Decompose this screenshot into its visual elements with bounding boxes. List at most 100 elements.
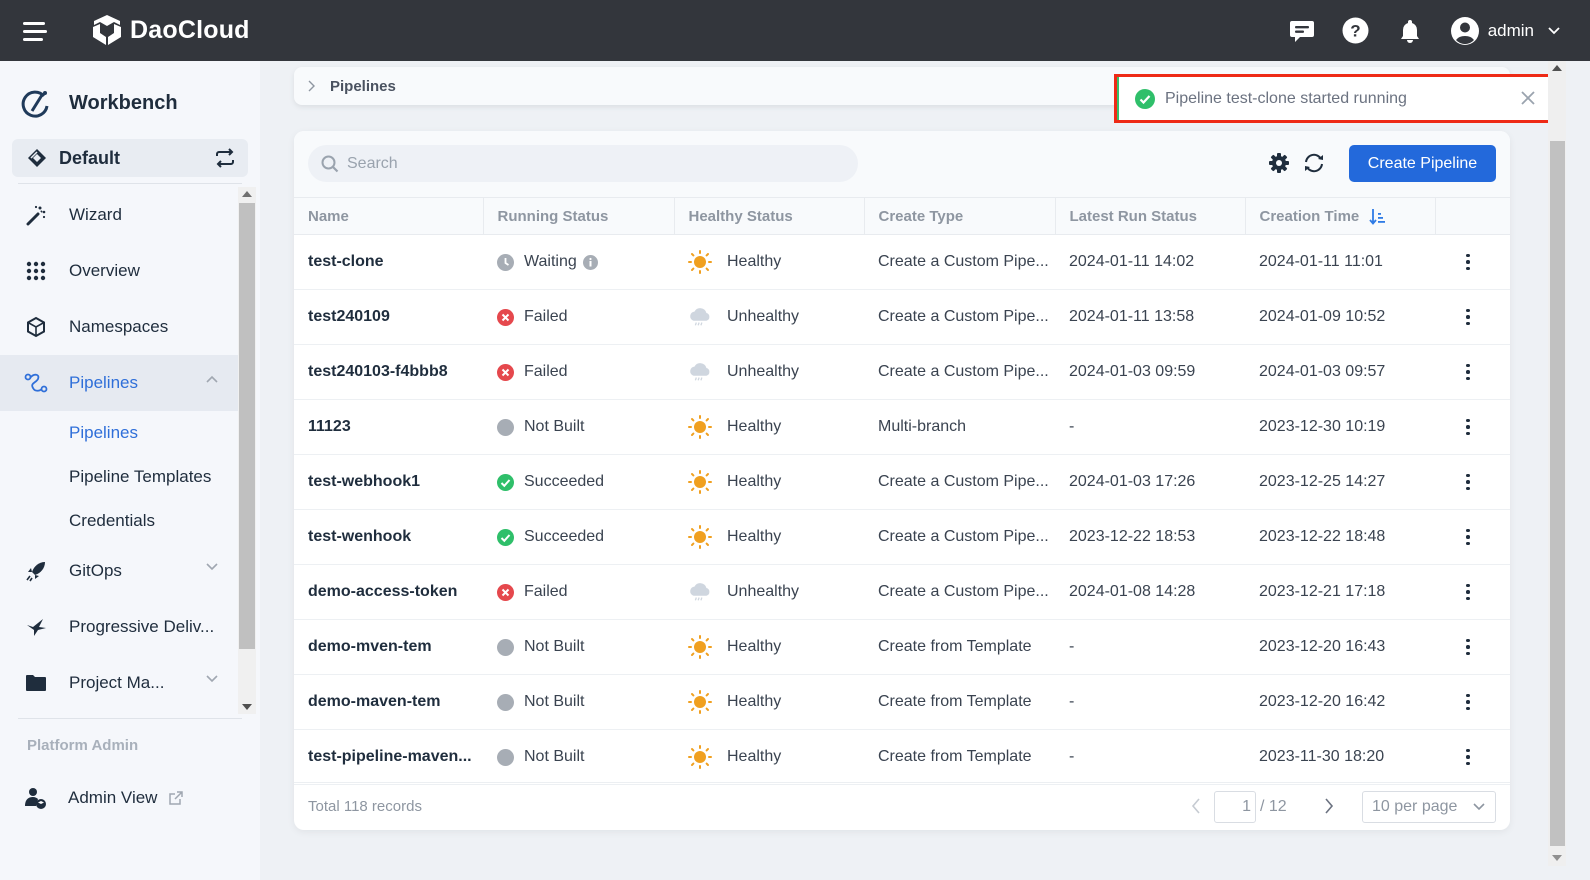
chevron-right-icon[interactable] bbox=[308, 80, 316, 92]
sidebar-subitem-pipeline-templates[interactable]: Pipeline Templates bbox=[0, 455, 240, 499]
table-row[interactable]: test-webhook1 Succeeded Healthy Create a Cu… bbox=[294, 455, 1510, 510]
pipeline-name[interactable]: test-clone bbox=[294, 235, 483, 290]
pipeline-name[interactable]: test240109 bbox=[294, 290, 483, 345]
total-pages: / 12 bbox=[1260, 798, 1287, 815]
next-page-button[interactable] bbox=[1324, 798, 1334, 814]
column-header-creation-time[interactable]: Creation Time bbox=[1245, 197, 1436, 235]
running-status-cell: Failed bbox=[483, 290, 674, 345]
scroll-up-arrow[interactable] bbox=[1552, 65, 1562, 71]
help-icon[interactable]: ? bbox=[1342, 17, 1370, 45]
column-header-name[interactable]: Name bbox=[294, 197, 484, 235]
sidebar-subitem-credentials[interactable]: Credentials bbox=[0, 499, 240, 543]
workspace-icon bbox=[28, 149, 46, 167]
sun-icon bbox=[688, 635, 712, 659]
create-pipeline-button[interactable]: Create Pipeline bbox=[1349, 145, 1496, 182]
refresh-icon[interactable] bbox=[1302, 152, 1326, 174]
search-input[interactable] bbox=[347, 154, 827, 173]
menu-icon[interactable] bbox=[23, 22, 47, 41]
more-actions-icon[interactable] bbox=[1463, 418, 1473, 436]
more-actions-icon[interactable] bbox=[1463, 583, 1473, 601]
sidebar-item-wizard[interactable]: Wizard bbox=[0, 187, 240, 243]
column-header-latest-run-status[interactable]: Latest Run Status bbox=[1055, 197, 1246, 235]
sidebar-subitem-pipelines[interactable]: Pipelines bbox=[0, 411, 240, 455]
table-row[interactable]: test240109 Failed Unhealthy Create a Custom… bbox=[294, 290, 1510, 345]
previous-page-button[interactable] bbox=[1191, 798, 1201, 814]
page-number-input[interactable] bbox=[1214, 791, 1256, 823]
more-actions-icon[interactable] bbox=[1463, 693, 1473, 711]
pipeline-name[interactable]: test-pipeline-maven... bbox=[294, 730, 483, 785]
more-actions-icon[interactable] bbox=[1463, 308, 1473, 326]
search-box[interactable] bbox=[308, 145, 858, 182]
sidebar-item-admin-view[interactable]: Admin View bbox=[24, 786, 184, 810]
workspace-selector[interactable]: Default bbox=[12, 139, 248, 177]
column-header-running-status[interactable]: Running Status bbox=[483, 197, 675, 235]
more-actions-icon[interactable] bbox=[1463, 528, 1473, 546]
sidebar-item-progressive-delivery[interactable]: Progressive Deliv... bbox=[0, 599, 240, 655]
healthy-status-cell: Healthy bbox=[674, 675, 864, 730]
chevron-down-icon[interactable] bbox=[206, 675, 218, 683]
pipeline-name[interactable]: test-webhook1 bbox=[294, 455, 483, 510]
logo[interactable]: DaoCloud bbox=[90, 13, 250, 47]
running-status: Not Built bbox=[524, 418, 585, 435]
scroll-thumb[interactable] bbox=[1550, 141, 1565, 846]
scroll-up-arrow[interactable] bbox=[242, 191, 252, 197]
more-actions-icon[interactable] bbox=[1463, 473, 1473, 491]
scroll-down-arrow[interactable] bbox=[242, 704, 252, 710]
close-icon[interactable] bbox=[1521, 91, 1535, 105]
success-check-icon bbox=[1135, 88, 1155, 109]
table-row[interactable]: test-clone Waiting Healthy Create a Custom … bbox=[294, 235, 1510, 290]
sidebar-item-overview[interactable]: Overview bbox=[0, 243, 240, 299]
magic-wand-icon bbox=[24, 203, 48, 227]
user-menu[interactable]: admin bbox=[1450, 16, 1560, 46]
create-type: Create a Custom Pipe... bbox=[878, 473, 1049, 490]
pipeline-name[interactable]: demo-access-token bbox=[294, 565, 483, 620]
more-actions-icon[interactable] bbox=[1463, 638, 1473, 656]
page-scrollbar[interactable] bbox=[1548, 61, 1566, 866]
table-row[interactable]: test-pipeline-maven... Not Built Healthy Cr… bbox=[294, 730, 1510, 785]
pipelines-table: Name Running Status Healthy Status Creat… bbox=[294, 197, 1510, 785]
table-row[interactable]: test240103-f4bbb8 Failed Unhealthy Create a… bbox=[294, 345, 1510, 400]
chevron-down-icon bbox=[1548, 26, 1560, 34]
sidebar-item-gitops[interactable]: GitOps bbox=[0, 543, 240, 599]
pipeline-name[interactable]: demo-mven-tem bbox=[294, 620, 483, 675]
more-actions-icon[interactable] bbox=[1463, 363, 1473, 381]
settings-gear-icon[interactable] bbox=[1268, 152, 1290, 174]
message-icon[interactable] bbox=[1288, 17, 1316, 45]
creation-time: 2023-11-30 18:20 bbox=[1259, 748, 1385, 765]
sidebar-item-pipelines[interactable]: Pipelines bbox=[0, 355, 240, 411]
pipeline-name[interactable]: 11123 bbox=[294, 400, 483, 455]
table-row[interactable]: 11123 Not Built Healthy Multi-branch - 2023-1… bbox=[294, 400, 1510, 455]
breadcrumb-item[interactable]: Pipelines bbox=[330, 78, 396, 95]
more-actions-icon[interactable] bbox=[1463, 253, 1473, 271]
scroll-down-arrow[interactable] bbox=[1552, 855, 1562, 861]
chevron-down-icon[interactable] bbox=[206, 563, 218, 571]
table-row[interactable]: demo-mven-tem Not Built Healthy Create from… bbox=[294, 620, 1510, 675]
more-actions-icon[interactable] bbox=[1463, 748, 1473, 766]
sidebar-item-project-management[interactable]: Project Ma... bbox=[0, 655, 240, 711]
pipeline-name[interactable]: test-wenhook bbox=[294, 510, 483, 565]
pipeline-name[interactable]: test240103-f4bbb8 bbox=[294, 345, 483, 400]
actions-cell bbox=[1435, 455, 1510, 510]
chevron-up-icon[interactable] bbox=[206, 375, 218, 383]
column-header-create-type[interactable]: Create Type bbox=[864, 197, 1056, 235]
page-size-select[interactable]: 10 per page bbox=[1362, 791, 1496, 823]
switch-icon[interactable] bbox=[214, 148, 236, 168]
sun-icon bbox=[688, 525, 712, 549]
pipeline-name[interactable]: demo-maven-tem bbox=[294, 675, 483, 730]
table-row[interactable]: demo-access-token Failed Unhealthy Create a… bbox=[294, 565, 1510, 620]
sidebar-scrollbar[interactable] bbox=[238, 187, 256, 714]
table-row[interactable]: test-wenhook Succeeded Healthy Create a Cus… bbox=[294, 510, 1510, 565]
rain-cloud-icon bbox=[688, 360, 712, 384]
sort-descending-icon[interactable] bbox=[1369, 208, 1386, 225]
info-icon[interactable] bbox=[582, 254, 598, 270]
running-status: Not Built bbox=[524, 638, 585, 655]
column-header-healthy-status[interactable]: Healthy Status bbox=[674, 197, 865, 235]
scroll-thumb[interactable] bbox=[239, 203, 255, 649]
create-type: Create a Custom Pipe... bbox=[878, 363, 1049, 380]
latest-run-status: 2024-01-03 09:59 bbox=[1069, 363, 1196, 380]
sidebar-item-namespaces[interactable]: Namespaces bbox=[0, 299, 240, 355]
bell-icon[interactable] bbox=[1396, 17, 1424, 45]
healthy-status: Healthy bbox=[727, 253, 782, 270]
healthy-status-cell: Healthy bbox=[674, 620, 864, 675]
table-row[interactable]: demo-maven-tem Not Built Healthy Create fro… bbox=[294, 675, 1510, 730]
